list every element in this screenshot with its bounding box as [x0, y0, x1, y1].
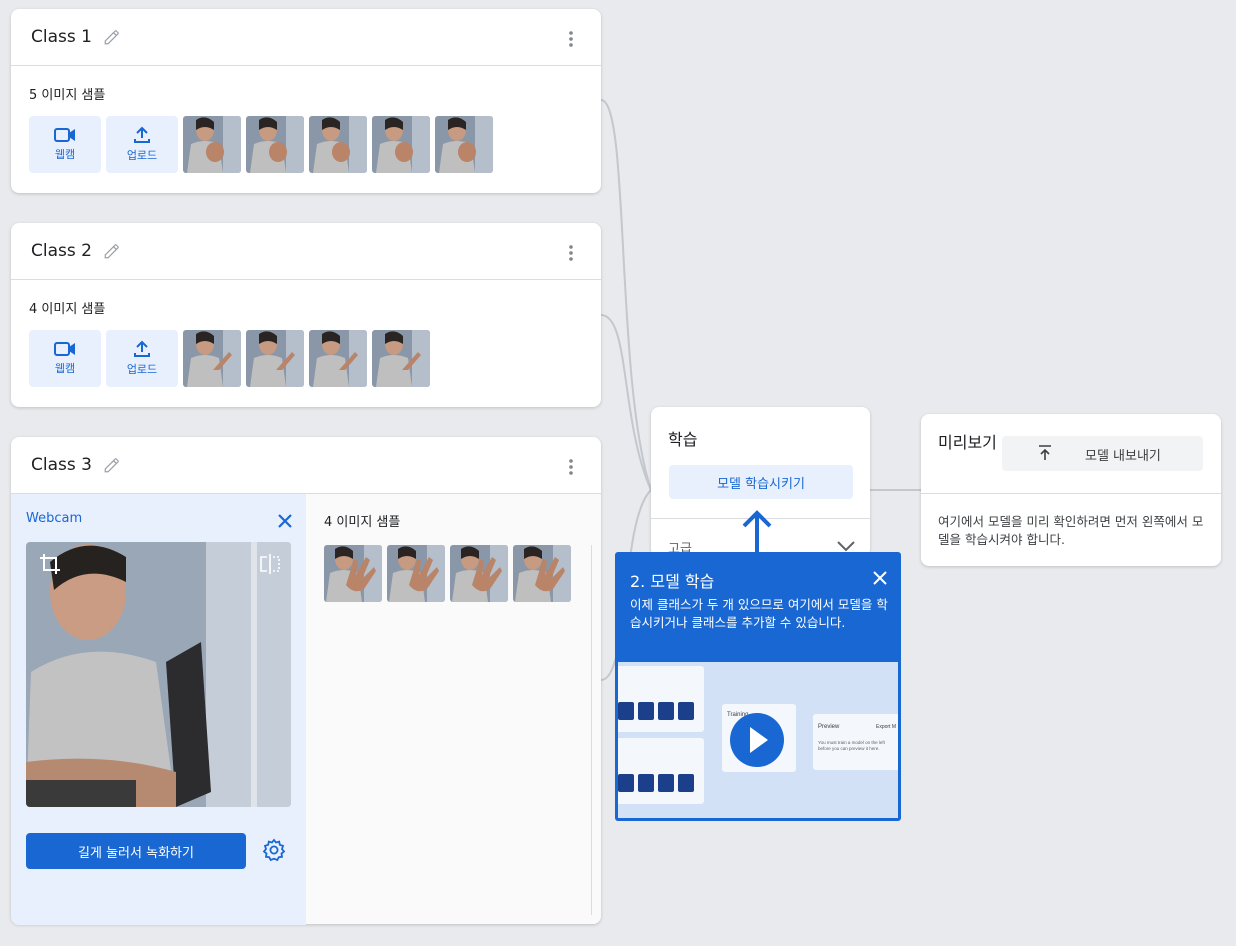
- video-preview-label: Preview: [818, 724, 840, 730]
- class-header: Class 3: [11, 437, 601, 494]
- class-title[interactable]: Class 2: [31, 241, 92, 261]
- samples-count: 4 이미지 샘플: [29, 302, 106, 317]
- close-icon[interactable]: [276, 512, 294, 530]
- video-note: You must train a model on the left befor…: [818, 740, 885, 751]
- class-header: Class 1: [11, 9, 601, 66]
- close-icon[interactable]: [872, 570, 888, 586]
- tutorial-video[interactable]: Training Preview Export M You must train…: [618, 662, 898, 818]
- sample-thumbnail[interactable]: [324, 545, 382, 602]
- class-title[interactable]: Class 3: [31, 455, 92, 475]
- tooltip-body: 이제 클래스가 두 개 있으므로 여기에서 모델을 학습시키거나 클래스를 추가…: [630, 597, 888, 630]
- record-button[interactable]: 길게 눌러서 녹화하기: [26, 833, 246, 869]
- arrow-up-icon: [742, 510, 772, 556]
- sample-thumbnail[interactable]: [183, 330, 241, 387]
- pencil-icon[interactable]: [102, 27, 122, 47]
- scrollbar[interactable]: [591, 545, 592, 915]
- play-icon[interactable]: [730, 713, 784, 767]
- gear-icon[interactable]: [262, 838, 286, 862]
- preview-title: 미리보기: [938, 433, 997, 452]
- sample-thumbnail[interactable]: [513, 545, 571, 602]
- samples-count: 5 이미지 샘플: [29, 88, 106, 103]
- more-vert-icon[interactable]: [561, 29, 581, 49]
- more-vert-icon[interactable]: [561, 243, 581, 263]
- sample-thumbnail[interactable]: [309, 330, 367, 387]
- export-model-button[interactable]: 모델 내보내기: [1002, 436, 1203, 471]
- flip-icon[interactable]: [259, 554, 281, 578]
- webcam-button-label: 웹캠: [54, 148, 76, 161]
- pencil-icon[interactable]: [102, 455, 122, 475]
- video-export-label: Export M: [876, 724, 896, 730]
- sample-thumbnail[interactable]: [372, 116, 430, 173]
- videocam-icon: [54, 128, 75, 142]
- export-model-label: 모델 내보내기: [1085, 449, 1161, 464]
- webcam-title: Webcam: [26, 511, 83, 526]
- webcam-button-label: 웹캠: [54, 362, 76, 375]
- sample-thumbnail[interactable]: [246, 330, 304, 387]
- more-vert-icon[interactable]: [561, 457, 581, 477]
- divider: [921, 493, 1221, 494]
- upload-button[interactable]: 업로드: [106, 330, 178, 387]
- training-title: 학습: [668, 430, 698, 449]
- class-header: Class 2: [11, 223, 601, 280]
- samples-count: 4 이미지 샘플: [324, 515, 401, 530]
- upload-icon: [134, 340, 150, 357]
- sample-thumbnail[interactable]: [435, 116, 493, 173]
- webcam-button[interactable]: 웹캠: [29, 330, 101, 387]
- class-card-2: Class 2 4 이미지 샘플 웹캠 업로드: [11, 223, 601, 407]
- upload-button[interactable]: 업로드: [106, 116, 178, 173]
- upload-button-label: 업로드: [126, 149, 158, 162]
- sample-thumbnail[interactable]: [309, 116, 367, 173]
- class-card-1: Class 1 5 이미지 샘플 웹캠 업로드: [11, 9, 601, 193]
- crop-icon[interactable]: [38, 552, 62, 580]
- chevron-down-icon: [836, 537, 856, 552]
- export-icon: [1038, 445, 1052, 465]
- tutorial-tooltip: 2. 모델 학습 이제 클래스가 두 개 있으므로 여기에서 모델을 학습시키거…: [615, 552, 901, 821]
- videocam-icon: [54, 342, 75, 356]
- webcam-button[interactable]: 웹캠: [29, 116, 101, 173]
- sample-thumbnail[interactable]: [183, 116, 241, 173]
- class-card-3: Class 3 Webcam 길게 눌러서 녹화하기 4 이미지 샘플: [11, 437, 601, 925]
- upload-button-label: 업로드: [126, 363, 158, 376]
- sample-thumbnail[interactable]: [387, 545, 445, 602]
- webcam-panel: Webcam 길게 눌러서 녹화하기: [11, 494, 306, 925]
- webcam-feed: [26, 542, 291, 807]
- samples-area: 4 이미지 샘플: [306, 494, 601, 924]
- tooltip-title: 2. 모델 학습: [630, 572, 715, 591]
- sample-thumbnail[interactable]: [450, 545, 508, 602]
- preview-message: 여기에서 모델을 미리 확인하려면 먼저 왼쪽에서 모델을 학습시켜야 합니다.: [938, 514, 1204, 547]
- pencil-icon[interactable]: [102, 241, 122, 261]
- train-model-button[interactable]: 모델 학습시키기: [669, 465, 853, 499]
- preview-card: 미리보기 모델 내보내기 여기에서 모델을 미리 확인하려면 먼저 왼쪽에서 모…: [921, 414, 1221, 566]
- sample-thumbnail[interactable]: [246, 116, 304, 173]
- upload-icon: [134, 126, 150, 143]
- sample-thumbnail[interactable]: [372, 330, 430, 387]
- class-title[interactable]: Class 1: [31, 27, 92, 47]
